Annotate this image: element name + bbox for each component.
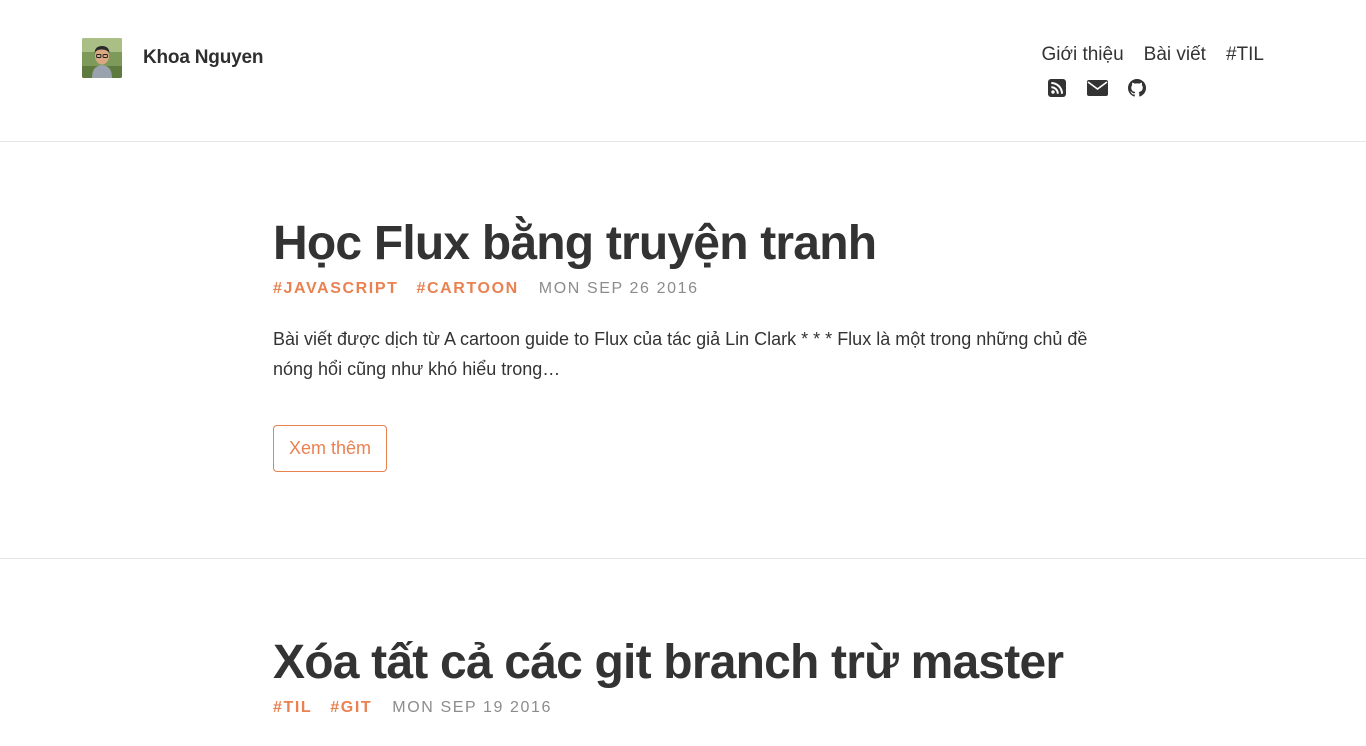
tag-git[interactable]: #GIT [330, 699, 372, 717]
post-card: Học Flux bằng truyện tranh #JAVASCRIPT #… [0, 142, 1366, 559]
brand-link[interactable]: Khoa Nguyen [82, 38, 263, 78]
post-meta: #TIL #GIT MON SEP 19 2016 [273, 699, 1103, 717]
site-header: Khoa Nguyen Giới thiệu Bài viết #TIL [0, 0, 1366, 142]
nav-item-posts[interactable]: Bài viết [1144, 44, 1206, 66]
post-date: MON SEP 26 2016 [538, 280, 699, 297]
post-meta: #JAVASCRIPT #CARTOON MON SEP 26 2016 [273, 280, 1103, 298]
tag-cartoon[interactable]: #CARTOON [416, 280, 518, 298]
tag-javascript[interactable]: #JAVASCRIPT [273, 280, 398, 298]
main-nav: Giới thiệu Bài viết #TIL [1041, 44, 1264, 66]
post-card: Xóa tất cả các git branch trừ master #TI… [0, 559, 1366, 746]
tag-til[interactable]: #TIL [273, 699, 312, 717]
avatar [82, 38, 122, 78]
github-icon[interactable] [1126, 78, 1148, 98]
social-links [1046, 78, 1148, 98]
nav-item-about[interactable]: Giới thiệu [1041, 44, 1123, 66]
read-more-button[interactable]: Xem thêm [273, 425, 388, 472]
nav-item-til[interactable]: #TIL [1226, 44, 1264, 66]
post-excerpt: Bài viết được dịch từ A cartoon guide to… [273, 329, 1088, 379]
post-title[interactable]: Xóa tất cả các git branch trừ master [273, 635, 1103, 691]
envelope-icon[interactable] [1086, 78, 1108, 98]
site-name: Khoa Nguyen [143, 47, 264, 68]
post-date: MON SEP 19 2016 [392, 699, 553, 716]
rss-icon[interactable] [1046, 78, 1068, 98]
post-title[interactable]: Học Flux bằng truyện tranh [273, 216, 1103, 272]
